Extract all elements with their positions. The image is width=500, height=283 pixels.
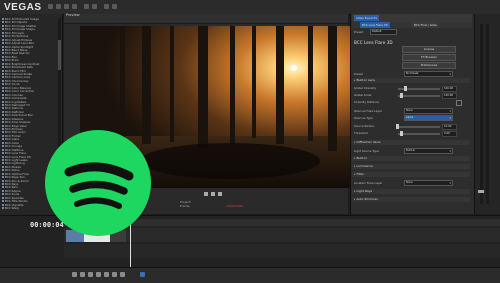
source-radius-knob[interactable]	[396, 124, 399, 129]
location-flare-dropdown[interactable]: None	[404, 180, 453, 186]
fx-preset-dropdown[interactable]: Default	[370, 29, 397, 35]
play-icon[interactable]	[88, 272, 93, 277]
go-to-end-icon[interactable]	[120, 272, 125, 277]
section-built-in[interactable]: Built-in	[352, 156, 470, 161]
fx-chain-tab-lens-flare[interactable]: BCC Lens Flare 3D	[360, 22, 390, 28]
location-flare-label: Location Flare Layer	[354, 181, 383, 185]
threshold-knob[interactable]	[400, 131, 403, 136]
threshold-value[interactable]: 0.00	[442, 131, 457, 137]
undo-icon[interactable]	[84, 4, 89, 9]
source-radius-label: Source Radius	[354, 124, 374, 128]
preferences-button[interactable]: Preferences	[402, 62, 456, 69]
global-scale-slider[interactable]	[398, 95, 440, 97]
edit-tool-icon[interactable]	[104, 4, 109, 9]
fx-browser-button[interactable]: FX Browser	[402, 54, 456, 61]
obscure-flare-dropdown[interactable]: None	[404, 108, 453, 114]
master-fader-knob[interactable]	[478, 190, 484, 193]
redo-icon[interactable]	[92, 4, 97, 9]
obscure-type-dropdown[interactable]: Alpha	[404, 115, 453, 121]
preset-row-label: Preset	[354, 72, 363, 76]
go-to-start-icon[interactable]	[112, 272, 117, 277]
global-intensity-value[interactable]: 100.00	[442, 86, 457, 92]
loop-icon[interactable]	[72, 272, 77, 277]
section-built-in-lens[interactable]: Built-in Lens	[352, 78, 470, 83]
global-scale-knob[interactable]	[400, 93, 403, 98]
preview-toolbar	[64, 14, 348, 24]
fx-window-title: Video Event FX	[354, 15, 380, 21]
source-radius-value[interactable]: 10.00	[442, 124, 457, 130]
spotify-icon	[45, 130, 151, 236]
obscure-type-label: Obscure Type	[354, 116, 373, 120]
preset-row-dropdown[interactable]: No Preset	[404, 71, 453, 77]
obscure-flare-label: Obscure Flare Layer	[354, 109, 383, 113]
section-light-rays[interactable]: Light Rays	[352, 189, 470, 194]
threshold-slider[interactable]	[398, 133, 440, 135]
license-button[interactable]: License	[402, 46, 456, 53]
section-luminance[interactable]: Luminance	[352, 164, 470, 169]
light-source-dropdown[interactable]: Built-in	[404, 148, 453, 154]
global-intensity-label: Global Intensity	[354, 86, 376, 90]
global-intensity-knob[interactable]	[404, 86, 407, 91]
top-toolbar	[40, 0, 500, 14]
scale-by-distance-checkbox[interactable]	[456, 100, 462, 106]
save-icon[interactable]	[64, 4, 69, 9]
fx-preset-label: Preset:	[354, 30, 364, 34]
fx-list-scroll-thumb[interactable]	[58, 40, 61, 70]
preview-title: Preview	[66, 13, 80, 17]
fx-plugin-title: BCC Lens Flare 3D	[354, 40, 393, 45]
envelope-tool-icon[interactable]	[112, 4, 117, 9]
audio-meter-right	[486, 24, 489, 204]
preview-resolution: 1920x1080	[226, 204, 244, 208]
threshold-label: Threshold	[354, 131, 368, 135]
fx-tab-bar: Video Event FX	[352, 14, 472, 22]
audio-meter-left	[480, 24, 483, 204]
section-filter[interactable]: Filter	[352, 172, 470, 177]
preview-play-icon[interactable]	[204, 192, 208, 196]
scale-by-distance-label: Scale By Distance	[354, 100, 380, 104]
new-icon[interactable]	[48, 4, 53, 9]
render-icon[interactable]	[72, 4, 77, 9]
light-source-label: Light Source Type	[354, 149, 379, 153]
stop-icon[interactable]	[104, 272, 109, 277]
record-icon[interactable]	[140, 272, 145, 277]
preview-info-frame: Frame:	[180, 204, 191, 208]
preview-stop-icon[interactable]	[211, 192, 215, 196]
preview-info: Project: Frame:	[180, 200, 191, 208]
preview-next-frame-icon[interactable]	[218, 192, 222, 196]
fx-chain: BCC Lens Flare 3D BCC Flow / Glow	[352, 22, 472, 28]
global-scale-value[interactable]: 100.00	[442, 93, 457, 99]
section-auto-shimmer[interactable]: Auto Shimmer	[352, 197, 470, 202]
global-scale-label: Global Scale	[354, 93, 372, 97]
play-from-start-icon[interactable]	[80, 272, 85, 277]
section-diffraction-glow[interactable]: Diffraction Glow	[352, 140, 470, 145]
app-logo: VEGAS	[4, 2, 42, 13]
pause-icon[interactable]	[96, 272, 101, 277]
open-icon[interactable]	[56, 4, 61, 9]
fx-chain-tab-glow[interactable]: BCC Flow / Glow	[412, 22, 439, 28]
source-radius-slider[interactable]	[398, 126, 440, 128]
